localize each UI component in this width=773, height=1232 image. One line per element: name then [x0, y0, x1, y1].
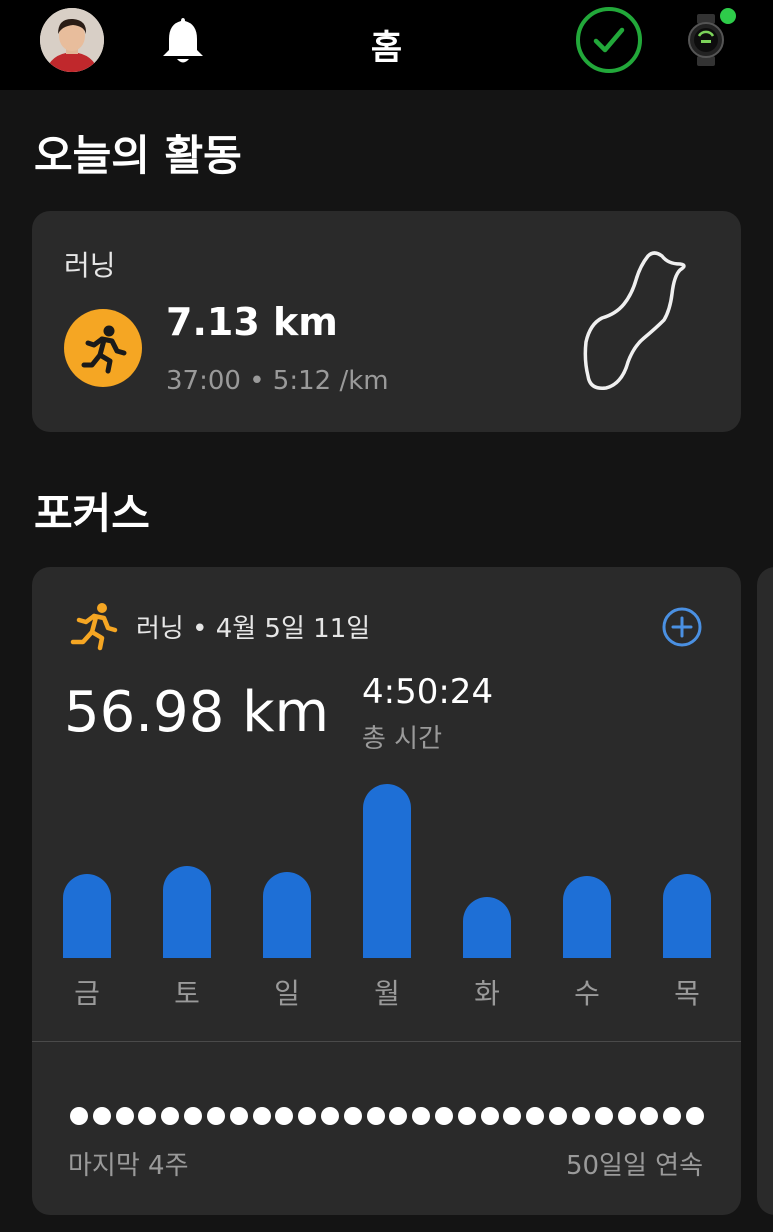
streak-dot: [640, 1107, 659, 1125]
streak-dot: [594, 1107, 613, 1125]
streak-dot: [138, 1107, 157, 1125]
device-connected-indicator: [720, 8, 736, 24]
section-title-today: 오늘의 활동: [34, 131, 242, 180]
check-circle-icon[interactable]: [575, 6, 643, 74]
streak-dot: [298, 1107, 317, 1125]
bar-일[interactable]: [263, 872, 311, 958]
streak-dot: [206, 1107, 225, 1125]
streak-dot: [275, 1107, 294, 1125]
activity-distance: 7.13 km: [166, 300, 338, 344]
day-label: 목: [674, 977, 700, 1010]
streak-dot: [343, 1107, 362, 1125]
activity-sport: 러닝: [64, 249, 116, 282]
bar-월[interactable]: [363, 784, 411, 958]
activity-meta: 37:00 • 5:12 /km: [166, 366, 389, 396]
day-label: 금: [74, 977, 100, 1010]
running-icon: [64, 309, 142, 387]
total-distance: 56.98 km: [64, 680, 330, 745]
streak-right-label: 50일일 연속: [565, 1151, 703, 1181]
day-label: 수: [574, 977, 600, 1010]
watch-icon[interactable]: [686, 14, 726, 66]
streak-dot: [184, 1107, 203, 1125]
streak-dot: [526, 1107, 545, 1125]
bar-토[interactable]: [163, 866, 211, 958]
streak-dot: [70, 1107, 88, 1125]
next-focus-card[interactable]: [757, 567, 773, 1215]
streak-dots: [70, 1107, 704, 1129]
plus-circle-icon[interactable]: [660, 605, 704, 649]
bar-금[interactable]: [63, 874, 111, 958]
total-time-label: 총 시간: [362, 724, 443, 754]
streak-dot: [617, 1107, 636, 1125]
streak-left-label: 마지막 4주: [68, 1151, 189, 1181]
top-bar: 홈: [0, 0, 773, 90]
section-title-focus: 포커스: [34, 489, 150, 538]
page-title: 홈: [370, 28, 403, 68]
streak-dot: [480, 1107, 499, 1125]
streak-dot: [571, 1107, 590, 1125]
route-map-icon: [576, 238, 706, 398]
streak-dot: [389, 1107, 408, 1125]
running-icon: [68, 600, 118, 652]
streak-dot: [412, 1107, 431, 1125]
day-label: 일: [274, 977, 300, 1010]
streak-dot: [503, 1107, 522, 1125]
streak-dot: [252, 1107, 271, 1125]
bar-화[interactable]: [463, 897, 511, 958]
bar-목[interactable]: [663, 874, 711, 958]
streak-dot: [457, 1107, 476, 1125]
streak-dot: [685, 1107, 704, 1125]
bar-수[interactable]: [563, 876, 611, 958]
total-time: 4:50:24: [362, 672, 494, 712]
divider: [32, 1041, 741, 1042]
day-label: 화: [474, 977, 500, 1010]
streak-dot: [366, 1107, 385, 1125]
streak-dot: [161, 1107, 180, 1125]
focus-card-header: 러닝 • 4월 5일 11일: [136, 614, 371, 644]
streak-dot: [92, 1107, 111, 1125]
day-label: 토: [174, 977, 200, 1010]
streak-dot: [115, 1107, 134, 1125]
streak-dot: [663, 1107, 682, 1125]
streak-dot: [549, 1107, 568, 1125]
streak-dot: [229, 1107, 248, 1125]
streak-dot: [435, 1107, 453, 1125]
day-label: 월: [374, 977, 400, 1010]
streak-dot: [320, 1107, 339, 1125]
